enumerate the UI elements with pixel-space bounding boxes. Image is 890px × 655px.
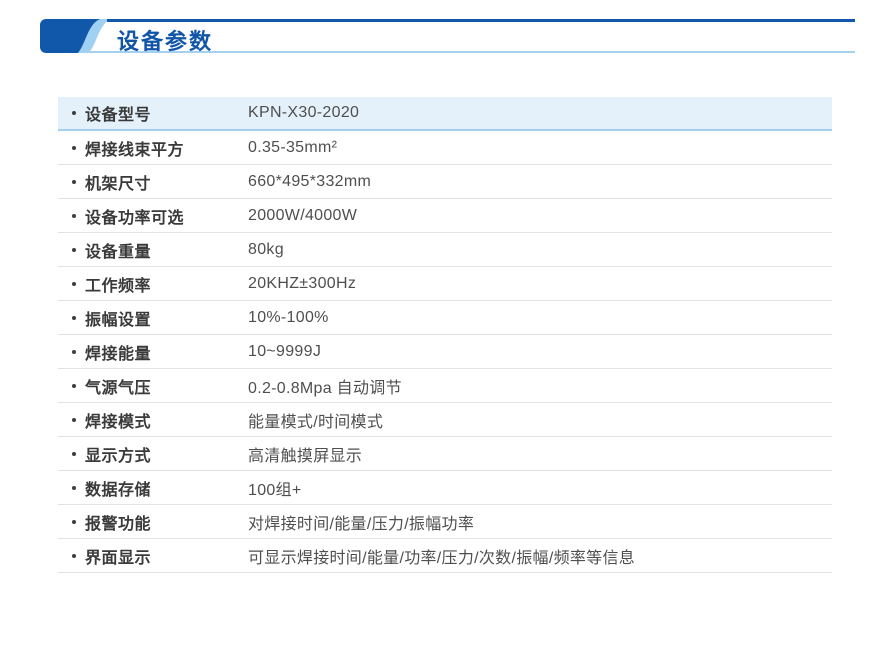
bullet-icon [72, 111, 76, 115]
param-value: 对焊接时间/能量/压力/振幅功率 [248, 510, 474, 534]
spec-table: 设备型号 KPN-X30-2020 焊接线束平方 0.35-35mm² 机架尺寸… [58, 97, 832, 573]
table-row: 机架尺寸 660*495*332mm [58, 165, 832, 199]
param-value: 80kg [248, 241, 284, 259]
param-value: 100组+ [248, 476, 302, 500]
table-row: 气源气压 0.2-0.8Mpa 自动调节 [58, 369, 832, 403]
param-value: 2000W/4000W [248, 207, 357, 225]
param-label: 设备重量 [85, 238, 151, 262]
bullet-icon [72, 418, 76, 422]
bullet-icon [72, 452, 76, 456]
param-value: 660*495*332mm [248, 173, 371, 191]
bullet-icon [72, 248, 76, 252]
table-row: 焊接能量 10~9999J [58, 335, 832, 369]
table-row: 工作频率 20KHZ±300Hz [58, 267, 832, 301]
param-label: 设备型号 [85, 101, 151, 125]
bullet-icon [72, 316, 76, 320]
param-label: 数据存储 [85, 476, 151, 500]
param-value: 高清触摸屏显示 [248, 442, 362, 466]
header-top-divider [107, 19, 855, 22]
param-label: 焊接模式 [85, 408, 151, 432]
table-row: 报警功能 对焊接时间/能量/压力/振幅功率 [58, 505, 832, 539]
param-value: 能量模式/时间模式 [248, 408, 383, 432]
param-label: 机架尺寸 [85, 170, 151, 194]
param-value: 可显示焊接时间/能量/功率/压力/次数/振幅/频率等信息 [248, 544, 635, 568]
table-row: 设备型号 KPN-X30-2020 [58, 97, 832, 131]
table-row: 设备重量 80kg [58, 233, 832, 267]
table-row: 显示方式 高清触摸屏显示 [58, 437, 832, 471]
spec-page: 设备参数 设备型号 KPN-X30-2020 焊接线束平方 0.35-35mm²… [0, 0, 890, 655]
page-title: 设备参数 [117, 29, 213, 55]
bullet-icon [72, 180, 76, 184]
param-label: 焊接线束平方 [85, 136, 184, 160]
param-value: 0.2-0.8Mpa 自动调节 [248, 374, 402, 398]
header-ribbon-icon [40, 19, 112, 53]
param-value: 20KHZ±300Hz [248, 275, 356, 293]
table-row: 界面显示 可显示焊接时间/能量/功率/压力/次数/振幅/频率等信息 [58, 539, 832, 573]
param-label: 界面显示 [85, 544, 151, 568]
param-label: 工作频率 [85, 272, 151, 296]
bullet-icon [72, 486, 76, 490]
param-label: 设备功率可选 [85, 204, 184, 228]
param-value: 10%-100% [248, 309, 329, 327]
param-label: 焊接能量 [85, 340, 151, 364]
bullet-icon [72, 214, 76, 218]
param-value: KPN-X30-2020 [248, 104, 359, 122]
bullet-icon [72, 146, 76, 150]
param-label: 振幅设置 [85, 306, 151, 330]
bullet-icon [72, 554, 76, 558]
bullet-icon [72, 520, 76, 524]
table-row: 焊接线束平方 0.35-35mm² [58, 131, 832, 165]
param-label: 报警功能 [85, 510, 151, 534]
bullet-icon [72, 350, 76, 354]
table-row: 焊接模式 能量模式/时间模式 [58, 403, 832, 437]
table-row: 设备功率可选 2000W/4000W [58, 199, 832, 233]
bullet-icon [72, 384, 76, 388]
param-label: 显示方式 [85, 442, 151, 466]
param-value: 10~9999J [248, 343, 321, 361]
bullet-icon [72, 282, 76, 286]
param-value: 0.35-35mm² [248, 139, 337, 157]
param-label: 气源气压 [85, 374, 151, 398]
table-row: 数据存储 100组+ [58, 471, 832, 505]
table-row: 振幅设置 10%-100% [58, 301, 832, 335]
